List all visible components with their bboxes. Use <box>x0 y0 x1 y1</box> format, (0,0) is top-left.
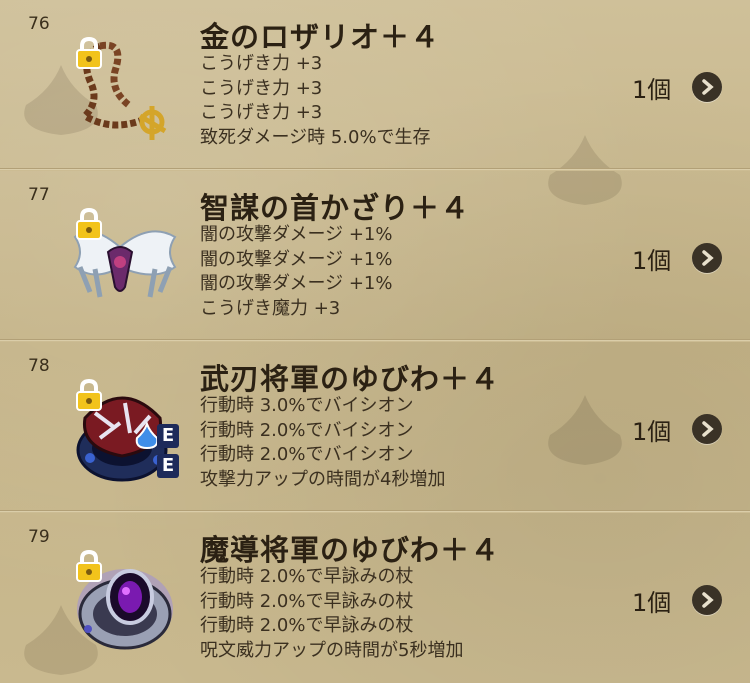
item-number: 77 <box>28 185 50 205</box>
item-count: 1個 <box>632 247 672 275</box>
list-item[interactable]: 78 E E 武刃将軍のゆびわ＋４ 行動時 3.0%でバイシオン 行動時 2.0… <box>0 342 750 512</box>
stat-line: 行動時 2.0%でバイシオン <box>200 444 414 465</box>
stat-line: 闇の攻撃ダメージ +1% <box>200 248 393 270</box>
stat-line: 呪文威力アップの時間が5秒増加 <box>200 639 464 661</box>
stat-line: 行動時 3.0%でバイシオン <box>200 395 414 416</box>
stat-line: 行動時 2.0%で早詠みの杖 <box>200 590 414 612</box>
chevron-right-icon[interactable] <box>692 414 722 444</box>
item-stats: 行動時 2.0%で早詠みの杖 行動時 2.0%で早詠みの杖 行動時 2.0%で早… <box>200 565 463 663</box>
stat-line: 行動時 2.0%で早詠みの杖 <box>200 566 414 587</box>
list-item[interactable]: 77 智謀の首かざり＋４ 闇の攻撃ダメージ +1% 闇の攻撃ダメージ +1% 闇… <box>0 171 750 341</box>
stat-line: こうげき魔力 +3 <box>200 297 341 319</box>
equipped-badge: E <box>157 424 179 448</box>
lock-icon <box>76 36 102 69</box>
stat-line: こうげき力 +3 <box>200 53 323 74</box>
stat-line: 致死ダメージ時 5.0%で生存 <box>200 126 431 148</box>
list-item[interactable]: 76 金のロザリオ＋４ こうげき力 +3 こうげき力 +3 こうげき力 +3 致… <box>0 0 750 170</box>
chevron-right-icon[interactable] <box>692 72 722 102</box>
lock-icon <box>76 378 102 411</box>
item-number: 76 <box>28 14 50 34</box>
item-count: 1個 <box>632 76 672 104</box>
chevron-right-icon[interactable] <box>692 585 722 615</box>
item-stats: 行動時 3.0%でバイシオン 行動時 2.0%でバイシオン 行動時 2.0%でバ… <box>200 394 445 492</box>
item-name: 武刃将軍のゆびわ＋４ <box>200 362 501 396</box>
stat-line: こうげき力 +3 <box>200 77 323 99</box>
item-number: 78 <box>28 356 50 376</box>
item-number: 79 <box>28 527 50 547</box>
stat-line: 攻撃力アップの時間が4秒増加 <box>200 468 446 490</box>
item-name: 魔導将軍のゆびわ＋４ <box>200 533 501 567</box>
stat-line: 闇の攻撃ダメージ +1% <box>200 224 393 245</box>
item-name: 金のロザリオ＋４ <box>200 20 441 54</box>
equipped-badge: E <box>157 454 179 478</box>
item-name: 智謀の首かざり＋４ <box>200 191 471 225</box>
stat-line: 闇の攻撃ダメージ +1% <box>200 273 393 294</box>
item-stats: 闇の攻撃ダメージ +1% 闇の攻撃ダメージ +1% 闇の攻撃ダメージ +1% こ… <box>200 223 392 321</box>
stat-line: こうげき力 +3 <box>200 102 323 123</box>
stat-line: 行動時 2.0%でバイシオン <box>200 419 414 441</box>
item-count: 1個 <box>632 418 672 446</box>
accessory-list: 76 金のロザリオ＋４ こうげき力 +3 こうげき力 +3 こうげき力 +3 致… <box>0 0 750 683</box>
list-item[interactable]: 79 魔導将軍のゆびわ＋４ 行動時 2.0%で早詠みの杖 行動時 2.0%で早詠… <box>0 513 750 683</box>
item-count: 1個 <box>632 589 672 617</box>
chevron-right-icon[interactable] <box>692 243 722 273</box>
stat-line: 行動時 2.0%で早詠みの杖 <box>200 615 414 636</box>
lock-icon <box>76 549 102 582</box>
item-stats: こうげき力 +3 こうげき力 +3 こうげき力 +3 致死ダメージ時 5.0%で… <box>200 52 431 150</box>
lock-icon <box>76 207 102 240</box>
